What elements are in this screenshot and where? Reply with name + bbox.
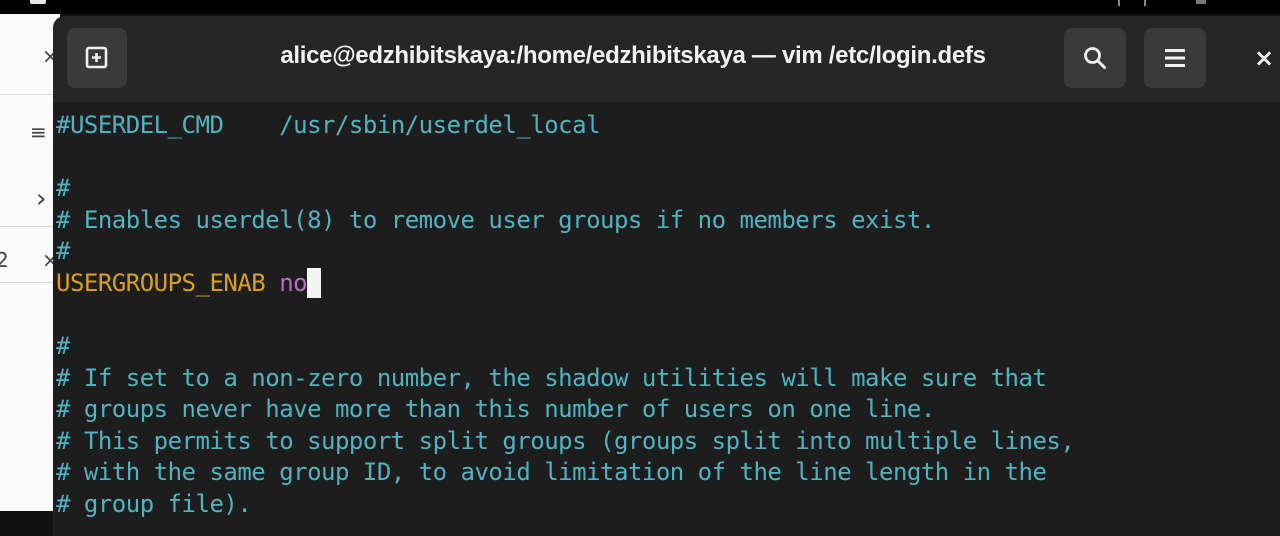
hamburger-menu-icon (1163, 47, 1187, 69)
text-cursor (307, 268, 322, 298)
background-menu-icon: ≡ (30, 120, 47, 144)
activities-indicator[interactable] (30, 0, 46, 4)
buffer-line: # This permits to support split groups (… (56, 427, 1075, 455)
divider (0, 282, 60, 283)
setting-key: USERGROUPS_ENAB (56, 269, 266, 297)
search-icon (1082, 45, 1108, 71)
divider (0, 226, 60, 227)
background-chevron-icon: › (36, 184, 47, 214)
buffer-line: # If set to a non-zero number, the shado… (56, 364, 1047, 392)
buffer-line: # group file). (56, 490, 252, 518)
close-icon: × (1253, 44, 1275, 72)
terminal-buffer[interactable]: #USERDEL_CMD /usr/sbin/userdel_local # #… (53, 102, 1280, 536)
search-button[interactable] (1064, 28, 1126, 88)
terminal-header-bar: alice@edzhibitskaya:/home/edzhibitskaya … (53, 16, 1280, 102)
divider (0, 94, 60, 95)
window-title: alice@edzhibitskaya:/home/edzhibitskaya … (280, 42, 986, 69)
system-tray-icon[interactable] (1118, 0, 1146, 6)
buffer-line: # (56, 237, 70, 265)
status-icon[interactable] (1196, 0, 1206, 4)
buffer-line: # Enables userdel(8) to remove user grou… (56, 206, 935, 234)
buffer-line: #USERDEL_CMD /usr/sbin/userdel_local (56, 111, 601, 139)
menu-button[interactable] (1144, 28, 1206, 88)
background-text-fragment: 2 (0, 248, 9, 272)
buffer-line: # (56, 174, 70, 202)
buffer-line-setting: USERGROUPS_ENAB no (56, 268, 322, 298)
buffer-line: # (56, 332, 70, 360)
buffer-line: # with the same group ID, to avoid limit… (56, 458, 1047, 486)
terminal-window: alice@edzhibitskaya:/home/edzhibitskaya … (53, 16, 1280, 536)
desktop-top-bar (0, 0, 1280, 14)
close-window-button[interactable]: × (1251, 42, 1277, 74)
new-tab-icon (84, 45, 110, 71)
new-tab-button[interactable] (67, 28, 127, 88)
setting-value: no (279, 269, 308, 297)
buffer-line: # groups never have more than this numbe… (56, 395, 935, 423)
background-application-window[interactable]: × ≡ › 2 × (0, 14, 60, 511)
